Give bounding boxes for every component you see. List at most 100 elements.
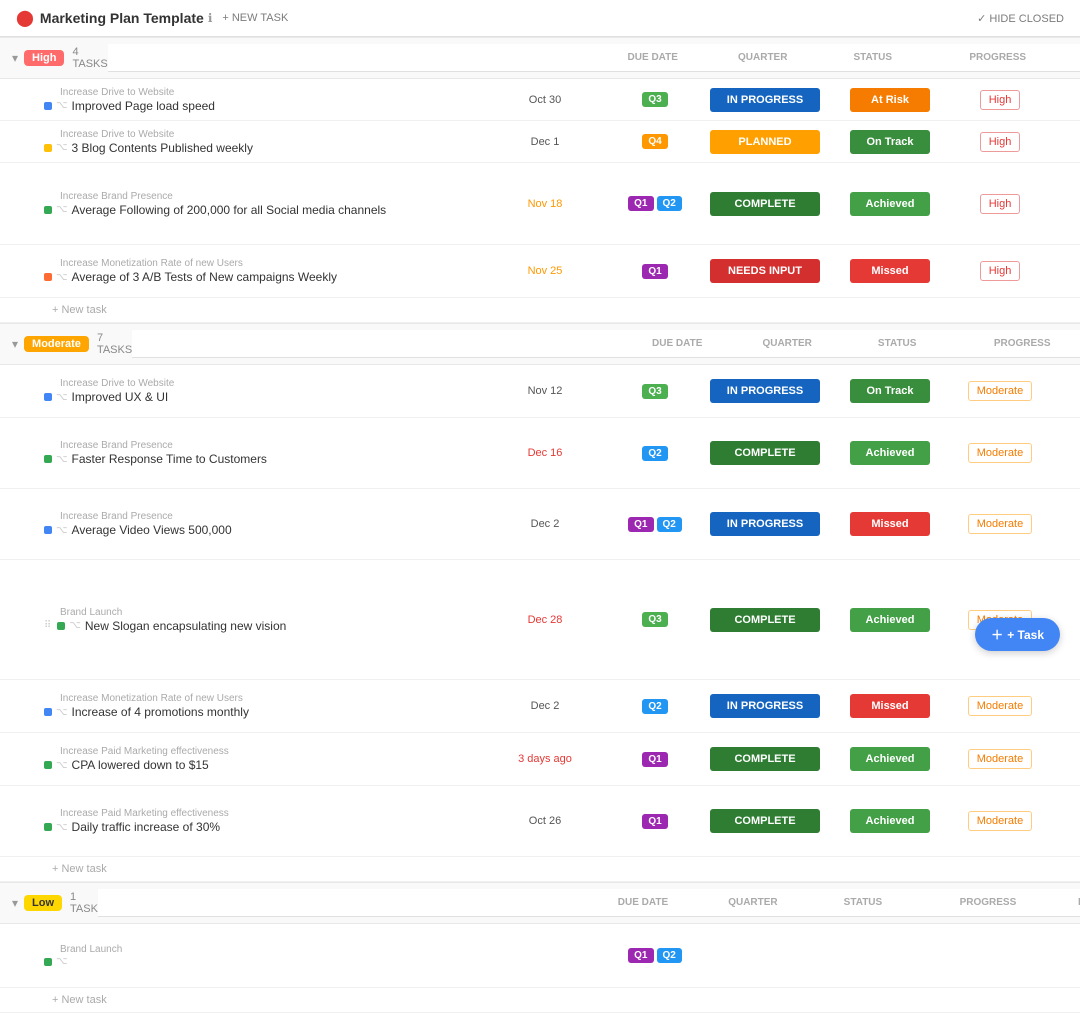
- effort-value: High: [980, 90, 1021, 110]
- status-badge[interactable]: COMPLETE: [710, 441, 820, 465]
- task-name-row: ⠿⌥New Slogan encapsulating new vision ⊞ …: [8, 619, 472, 633]
- quarter-tag[interactable]: Q2: [657, 196, 682, 211]
- quarter-cell: Q1: [610, 260, 700, 283]
- status-badge[interactable]: COMPLETE: [710, 747, 820, 771]
- status-badge[interactable]: IN PROGRESS: [710, 88, 820, 112]
- task-name-label[interactable]: Improved UX & UI: [72, 390, 169, 404]
- quarter-tag[interactable]: Q1: [642, 752, 667, 767]
- task-name-label[interactable]: New Slogan encapsulating new vision: [85, 619, 286, 633]
- col-header-due_date: DUE DATE: [612, 334, 742, 353]
- progress-badge[interactable]: Achieved: [850, 809, 930, 833]
- task-status-dot: [44, 393, 52, 401]
- quarter-tag[interactable]: Q1: [642, 814, 667, 829]
- quarter-tag[interactable]: Q3: [642, 612, 667, 627]
- quarter-tag[interactable]: Q2: [642, 699, 667, 714]
- progress-badge[interactable]: Achieved: [850, 747, 930, 771]
- due-date-value: 3 days ago: [518, 753, 572, 765]
- progress-cell: On Track: [830, 379, 950, 403]
- status-badge[interactable]: PLANNED: [710, 130, 820, 154]
- task-name-label[interactable]: Average Video Views 500,000: [72, 523, 232, 537]
- status-badge[interactable]: IN PROGRESS: [710, 379, 820, 403]
- task-table: ▾ High 4 TASKS DUE DATEQUARTERSTATUSPROG…: [0, 37, 1080, 1013]
- task-hierarchy-icon: ⌥: [56, 100, 68, 111]
- progress-badge[interactable]: Missed: [850, 512, 930, 536]
- task-type-cell: Key Results: [1050, 265, 1080, 277]
- group-toggle-low[interactable]: ▾: [12, 896, 18, 910]
- status-badge[interactable]: IN PROGRESS: [710, 694, 820, 718]
- hide-closed-button[interactable]: ✓ HIDE CLOSED: [977, 12, 1064, 25]
- quarter-tag[interactable]: Q3: [642, 92, 667, 107]
- due-date-value: Nov 25: [528, 265, 563, 277]
- info-icon[interactable]: ℹ: [208, 11, 213, 25]
- task-name-row: ⌥Average Following of 200,000 for all So…: [8, 203, 472, 217]
- new-task-row[interactable]: + New task: [0, 298, 1080, 323]
- progress-badge[interactable]: At Risk: [850, 88, 930, 112]
- progress-badge[interactable]: Achieved: [850, 441, 930, 465]
- task-row: Increase Drive to Website⌥3 Blog Content…: [0, 121, 1080, 163]
- due-date-cell: Nov 18: [480, 198, 610, 210]
- effort-cell: High: [950, 194, 1050, 214]
- quarter-tag[interactable]: Q1: [628, 948, 653, 963]
- due-date-cell: Nov 25: [480, 265, 610, 277]
- quarter-tag[interactable]: Q1: [628, 517, 653, 532]
- new-task-row[interactable]: + New task: [0, 988, 1080, 1013]
- col-header-effort: EFFORT: [1058, 48, 1080, 67]
- col-header-quarter: QUARTER: [718, 48, 808, 67]
- progress-badge[interactable]: Achieved: [850, 192, 930, 216]
- group-toggle-high[interactable]: ▾: [12, 51, 18, 65]
- drag-handle-icon[interactable]: ⠿: [44, 620, 51, 631]
- quarter-tag[interactable]: Q3: [642, 384, 667, 399]
- task-name-label[interactable]: Average of 3 A/B Tests of New campaigns …: [72, 270, 337, 284]
- column-headers: DUE DATEQUARTERSTATUSPROGRESSEFFORTTASK …: [108, 44, 1080, 72]
- progress-badge[interactable]: On Track: [850, 130, 930, 154]
- col-header-progress: PROGRESS: [928, 893, 1048, 912]
- quarter-tag[interactable]: Q2: [657, 517, 682, 532]
- status-badge[interactable]: COMPLETE: [710, 192, 820, 216]
- new-task-button[interactable]: + NEW TASK: [222, 12, 288, 24]
- task-name-label[interactable]: 3 Blog Contents Published weekly: [72, 141, 253, 155]
- task-status-dot: [44, 273, 52, 281]
- progress-badge[interactable]: Achieved: [850, 608, 930, 632]
- quarter-tag[interactable]: Q4: [642, 134, 667, 149]
- status-badge[interactable]: COMPLETE: [710, 809, 820, 833]
- due-date-value: Nov 12: [528, 385, 563, 397]
- progress-badge[interactable]: Missed: [850, 259, 930, 283]
- status-badge[interactable]: NEEDS INPUT: [710, 259, 820, 283]
- task-name-label[interactable]: CPA lowered down to $15: [72, 758, 209, 772]
- progress-badge[interactable]: Missed: [850, 694, 930, 718]
- quarter-cell: Q1: [610, 748, 700, 771]
- task-name-label[interactable]: Average Following of 200,000 for all Soc…: [72, 203, 387, 217]
- task-name-label[interactable]: Daily traffic increase of 30%: [72, 820, 221, 834]
- quarter-tag[interactable]: Q1: [642, 264, 667, 279]
- effort-cell: Moderate: [950, 811, 1050, 831]
- task-status-dot: [44, 206, 52, 214]
- status-cell: COMPLETE: [700, 747, 830, 771]
- task-parent-label: Increase Brand Presence: [8, 191, 472, 202]
- page-title: Marketing Plan Template: [40, 10, 204, 26]
- task-cell: Increase Drive to Website⌥Improved Page …: [0, 81, 480, 119]
- quarter-cell: Q2: [610, 442, 700, 465]
- task-name-label[interactable]: Improved Page load speed: [72, 99, 215, 113]
- quarter-tag[interactable]: Q2: [657, 948, 682, 963]
- due-date-cell: Oct 26: [480, 815, 610, 827]
- add-task-float-button[interactable]: ＋ + Task: [975, 618, 1060, 651]
- quarter-cell: Q2: [610, 695, 700, 718]
- task-row: Increase Drive to Website⌥Improved UX & …: [0, 365, 1080, 418]
- task-name-label[interactable]: Increase of 4 promotions monthly: [72, 705, 249, 719]
- group-header-moderate: ▾ Moderate 7 TASKS DUE DATEQUARTERSTATUS…: [0, 323, 1080, 365]
- status-badge[interactable]: IN PROGRESS: [710, 512, 820, 536]
- group-toggle-moderate[interactable]: ▾: [12, 337, 18, 351]
- quarter-tag[interactable]: Q1: [628, 196, 653, 211]
- task-count-low: 1 TASK: [70, 891, 98, 915]
- quarter-tag[interactable]: Q2: [642, 446, 667, 461]
- due-date-cell: 3 days ago: [480, 753, 610, 765]
- new-task-row[interactable]: + New task: [0, 857, 1080, 882]
- task-parent-label: Increase Drive to Website: [8, 129, 472, 140]
- task-name-label[interactable]: Faster Response Time to Customers: [72, 452, 267, 466]
- col-header-task: [98, 893, 578, 912]
- progress-badge[interactable]: On Track: [850, 379, 930, 403]
- task-row: Increase Drive to Website⌥Improved Page …: [0, 79, 1080, 121]
- col-header-status: STATUS: [808, 48, 938, 67]
- header: ⬤ Marketing Plan Template ℹ + NEW TASK ✓…: [0, 0, 1080, 37]
- status-badge[interactable]: COMPLETE: [710, 608, 820, 632]
